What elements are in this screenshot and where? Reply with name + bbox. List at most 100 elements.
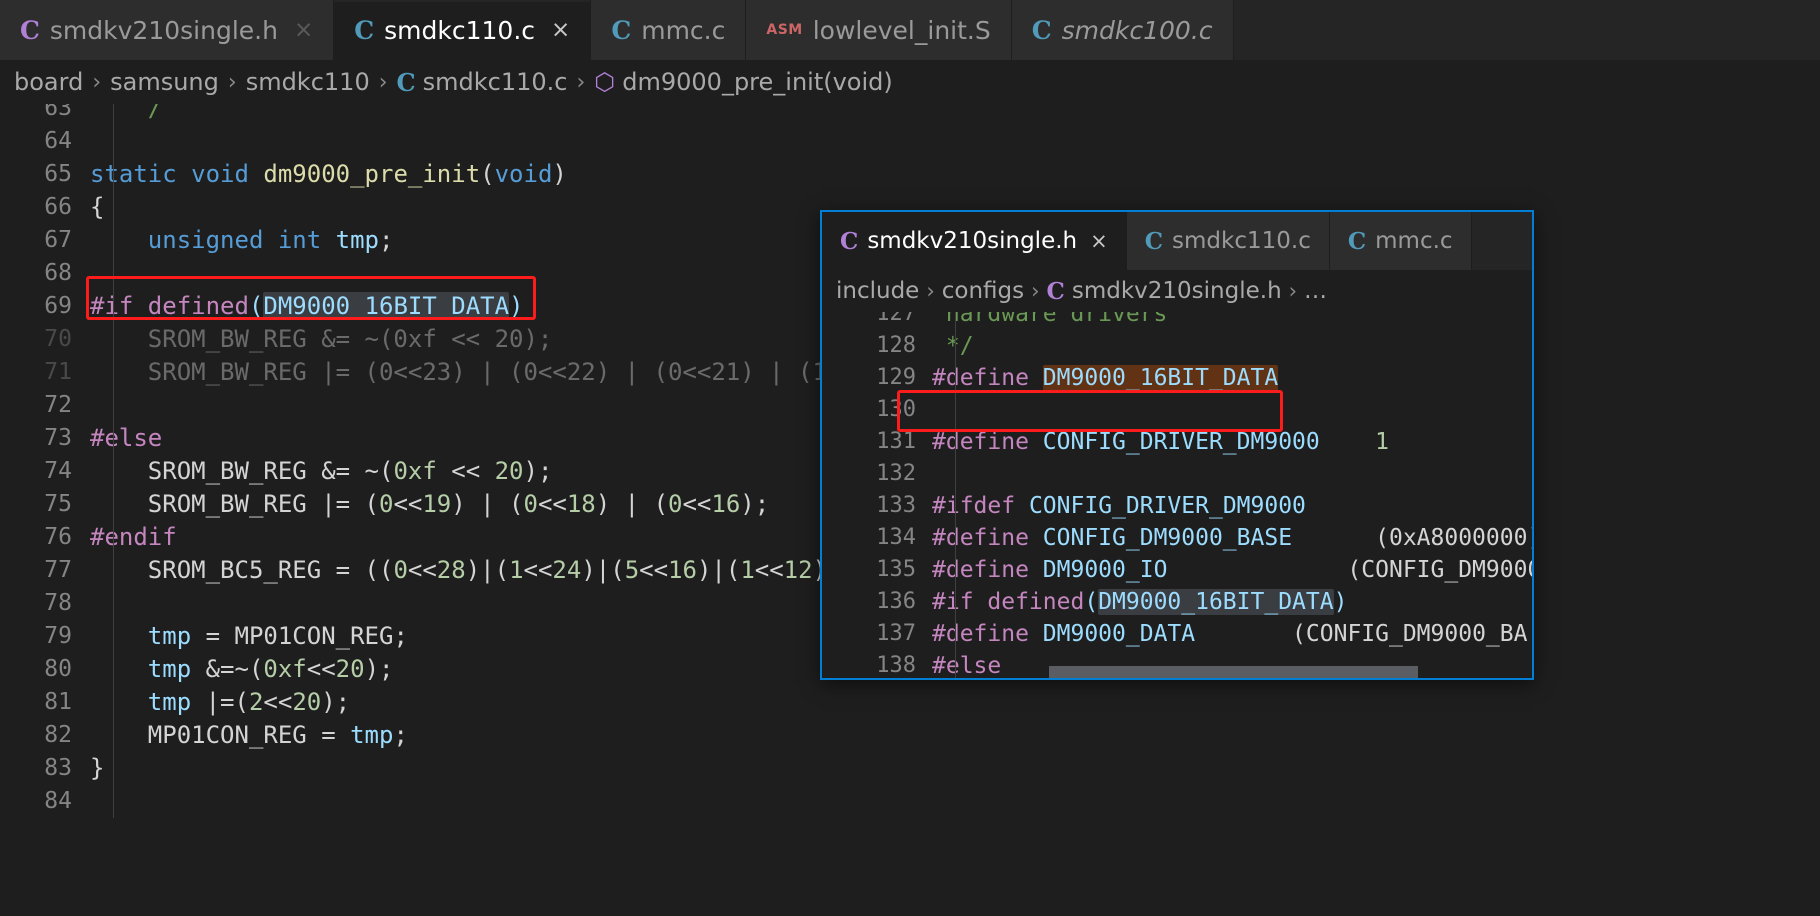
- line-number: 84: [44, 788, 72, 814]
- code-token: 0: [378, 490, 394, 518]
- peek-tab-label: mmc.c: [1375, 228, 1453, 254]
- line-number: 67: [44, 227, 72, 253]
- code-token: ;: [379, 226, 394, 254]
- breadcrumb-item-board[interactable]: board: [14, 68, 83, 96]
- code-line: 129 #define DM9000_16BIT_DATA: [822, 362, 1532, 394]
- code-text: SROM_BW_REG &= ~(0xf << 20);: [90, 455, 553, 488]
- code-token: <<: [682, 490, 712, 518]
- editor-tab-smdkv210single-h[interactable]: Csmdkv210single.h ×: [0, 0, 335, 60]
- peek-breadcrumb-item-include[interactable]: include: [836, 278, 919, 304]
- code-token: tmp: [335, 226, 380, 254]
- peek-tab-label: smdkc110.c: [1172, 228, 1311, 254]
- code-token: )|(: [581, 556, 625, 584]
- code-token: #endif: [90, 523, 177, 551]
- code-token: 0xf: [263, 655, 307, 683]
- c-source-file-icon: C: [396, 67, 416, 97]
- breadcrumb-label: smdkc110: [245, 68, 370, 96]
- code-token: );: [523, 457, 553, 485]
- editor-tab-label: lowlevel_init.S: [812, 15, 991, 45]
- code-text: SROM_BW_REG |= (0<<19) | (0<<18) | (0<<1…: [90, 488, 769, 521]
- code-token: dm9000_pre_init: [263, 160, 481, 188]
- breadcrumb-separator-icon: ›: [92, 69, 102, 95]
- code-token: void: [494, 160, 553, 188]
- code-line: 84: [0, 785, 1820, 818]
- peek-tab-mmc-c[interactable]: Cmmc.c: [1329, 212, 1472, 270]
- code-line: 137 #define DM9000_DATA (CONFIG_DM9000_BA: [822, 618, 1532, 650]
- peek-code-area[interactable]: 127 hardware drivers 128 */129 #define DM9…: [822, 312, 1532, 678]
- peek-definition-popup[interactable]: Csmdkv210single.h × Csmdkc110.c Cmmc.c incl…: [820, 210, 1534, 680]
- breadcrumb-item-smdkc110-c[interactable]: Csmdkc110.c: [397, 68, 568, 97]
- code-token: ;: [393, 721, 408, 749]
- code-token: CONFIG_DRIVER_DM9000: [1042, 429, 1320, 455]
- peek-breadcrumb-item-configs[interactable]: configs: [942, 278, 1024, 304]
- close-icon[interactable]: ×: [551, 18, 570, 42]
- breadcrumb-item-samsung[interactable]: samsung: [110, 68, 219, 96]
- code-token: ): [509, 292, 524, 320]
- close-icon[interactable]: ×: [294, 18, 313, 42]
- c-source-file-icon: C: [1347, 227, 1367, 255]
- code-token: tmp: [147, 622, 192, 650]
- peek-code-lines[interactable]: 127 hardware drivers 128 */129 #define DM9…: [822, 312, 1532, 678]
- code-line: 132: [822, 458, 1532, 490]
- code-text: unsigned int tmp;: [90, 224, 394, 257]
- code-token: #else: [90, 424, 163, 452]
- line-number: 70: [44, 326, 72, 352]
- code-text: #define DM9000_16BIT_DATA: [932, 362, 1279, 394]
- line-number: 127: [876, 312, 916, 326]
- code-token: DM9000_DATA: [1042, 621, 1196, 647]
- code-token: );: [321, 688, 351, 716]
- editor-tab-label: smdkc110.c: [384, 15, 536, 45]
- peek-horizontal-scrollbar[interactable]: [822, 666, 1532, 678]
- close-icon[interactable]: ×: [1090, 229, 1108, 253]
- code-token: #ifdef: [932, 493, 1016, 519]
- c-header-file-icon: C: [1046, 277, 1065, 305]
- c-source-file-icon: C: [1031, 15, 1052, 45]
- code-line: 65 static void dm9000_pre_init(void): [0, 158, 1820, 191]
- code-token: #define: [932, 621, 1029, 647]
- c-header-file-icon: C: [20, 15, 40, 45]
- breadcrumb-label: samsung: [110, 68, 219, 96]
- peek-tab-smdkc110-c[interactable]: Csmdkc110.c: [1126, 212, 1330, 270]
- c-source-file-icon: C: [354, 15, 375, 45]
- code-token: CONFIG_DM9000_BASE: [1042, 525, 1293, 551]
- code-token: )|(: [465, 556, 510, 584]
- breadcrumb: board › samsung › smdkc110 › Csmdkc110.c › ⬡ dm90…: [0, 60, 1820, 104]
- editor-tab-lowlevel-init-s[interactable]: ASM lowlevel_init.S: [746, 0, 1012, 60]
- editor-tab-mmc-c[interactable]: Cmmc.c: [591, 0, 747, 60]
- peek-tab-smdkv210single-h[interactable]: Csmdkv210single.h ×: [822, 212, 1127, 270]
- editor-tab-label: smdkc100.c: [1061, 15, 1213, 45]
- breadcrumb-separator-icon: ›: [926, 279, 935, 303]
- code-text: SROM_BC5_REG = ((0<<28)|(1<<24)|(5<<16)|…: [90, 554, 871, 587]
- symbol-function-icon: ⬡: [594, 68, 616, 96]
- line-number: 69: [44, 293, 72, 319]
- line-number: 75: [44, 491, 72, 517]
- line-number: 64: [44, 128, 72, 154]
- peek-breadcrumb-item--[interactable]: …: [1304, 278, 1327, 304]
- peek-tab-label: smdkv210single.h: [867, 228, 1078, 254]
- editor-tab-smdkc110-c[interactable]: Csmdkc110.c ×: [334, 0, 592, 60]
- vscode-window: Csmdkv210single.h × Csmdkc110.c × Cmmc.c ASM l…: [0, 0, 1820, 916]
- breadcrumb-item-smdkc110[interactable]: smdkc110: [246, 68, 370, 96]
- breadcrumb-item-dm9000-pre-init-void-[interactable]: ⬡ dm9000_pre_init(void): [594, 68, 892, 96]
- code-token: = MP01CON_REG;: [191, 622, 408, 650]
- code-token: ) | (: [595, 490, 669, 518]
- code-token: <<: [306, 655, 336, 683]
- code-token: void: [191, 160, 249, 188]
- code-token: (: [480, 160, 495, 188]
- code-text: #else: [90, 422, 162, 455]
- code-line: 134 #define CONFIG_DM9000_BASE (0xA800000…: [822, 522, 1532, 554]
- peek-breadcrumb-item-smdkv210single-h[interactable]: Csmdkv210single.h: [1047, 278, 1282, 305]
- code-text: #ifdef CONFIG_DRIVER_DM9000: [932, 490, 1306, 522]
- code-line: 81 tmp |=(2<<20);: [0, 686, 1820, 719]
- peek-scrollbar-thumb[interactable]: [1049, 666, 1419, 678]
- code-token: <<: [393, 490, 423, 518]
- line-number: 63: [44, 104, 72, 121]
- peek-breadcrumb-label: …: [1304, 278, 1328, 304]
- code-token: (: [248, 292, 264, 320]
- editor-tab-smdkc100-c[interactable]: Csmdkc100.c: [1011, 0, 1234, 60]
- asm-file-icon: ASM: [766, 22, 803, 38]
- code-token: static: [90, 160, 177, 188]
- code-token: <<: [537, 490, 567, 518]
